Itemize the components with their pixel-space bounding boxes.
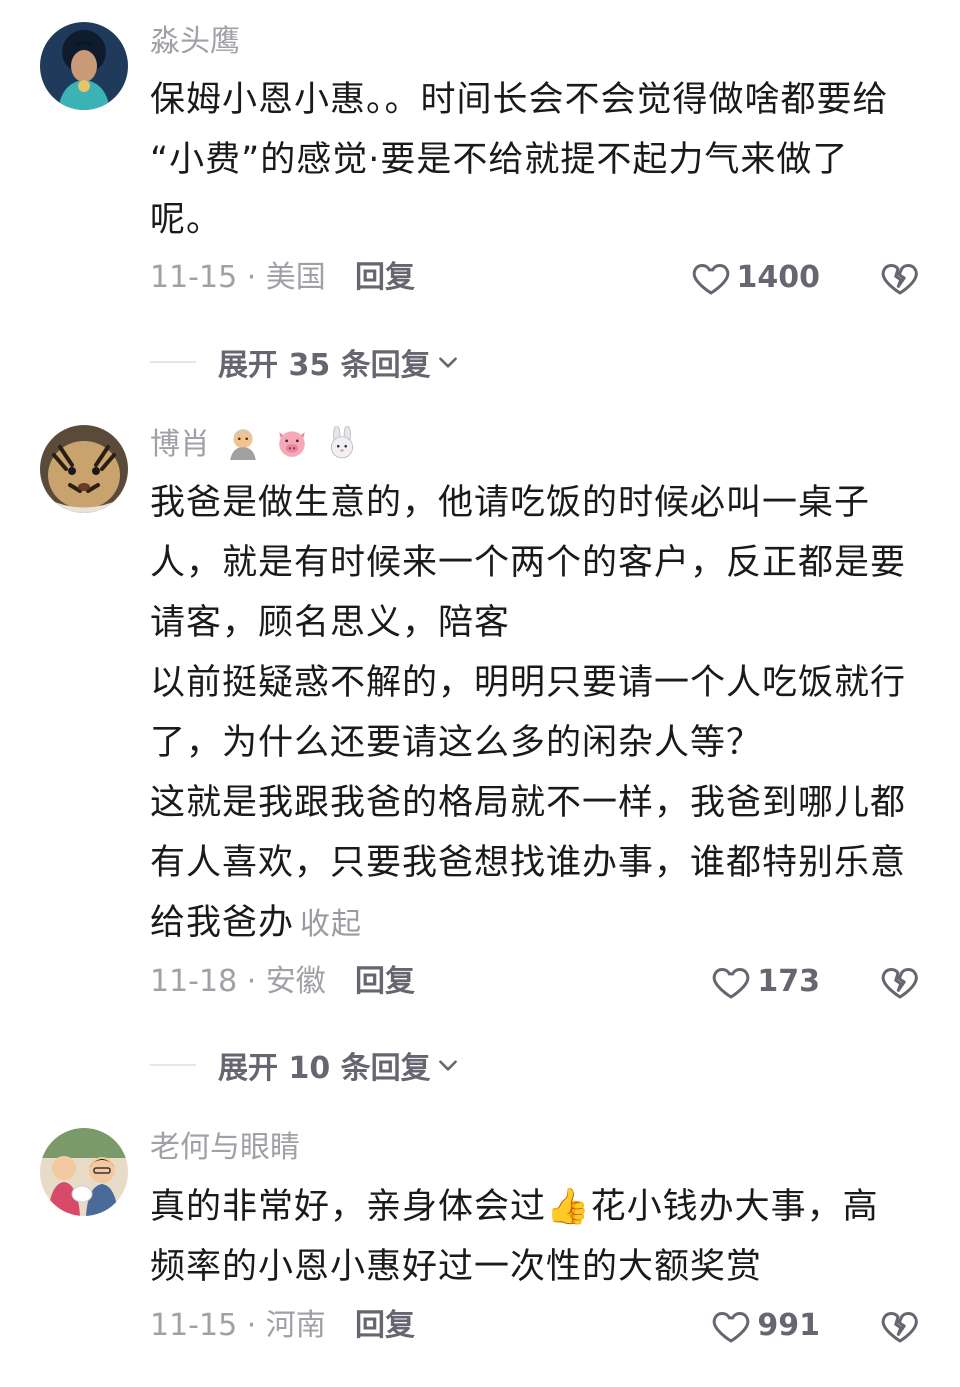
- date-location: 11-15 · 河南: [150, 1308, 326, 1343]
- broken-heart-icon[interactable]: [880, 1306, 920, 1346]
- comment-body: 真的非常好，亲身体会过👍花小钱办大事，高 频率的小恩小惠好过一次性的大额奖赏: [150, 1177, 920, 1297]
- comment-meta: 11-15 · 河南 回复 991: [150, 1306, 930, 1346]
- avatar[interactable]: [40, 1128, 128, 1216]
- username[interactable]: 老何与眼睛: [150, 1128, 300, 1168]
- like-count: 991: [757, 1308, 820, 1343]
- reply-button[interactable]: 回复: [355, 1306, 415, 1346]
- comment-line: 真的非常好，亲身体会过👍花小钱办大事，高: [150, 1187, 879, 1227]
- comment-line: 频率的小恩小惠好过一次性的大额奖赏: [150, 1247, 763, 1287]
- heart-icon: [713, 1311, 750, 1343]
- comment-item: 老何与眼睛 真的非常好，亲身体会过👍花小钱办大事，高 频率的小恩小惠好过一次性的…: [0, 0, 960, 1387]
- like-button[interactable]: 991: [711, 1306, 820, 1346]
